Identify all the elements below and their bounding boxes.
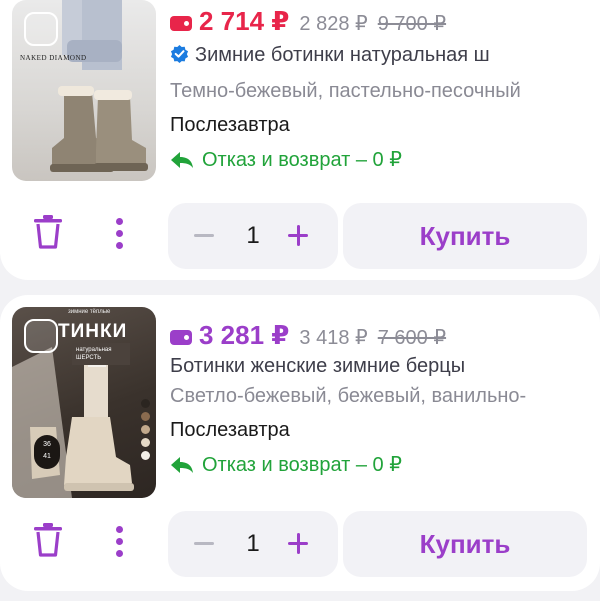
product-image[interactable]: зимние тёплые ТИНКИ натуральная ШЕРСТЬ 3… — [12, 307, 156, 498]
promo-box: натуральная ШЕРСТЬ — [72, 343, 130, 365]
return-policy[interactable]: Отказ и возврат – 0 ₽ — [170, 147, 402, 172]
trash-icon[interactable] — [32, 522, 64, 558]
product-image[interactable]: NAKED DIAMOND — [12, 0, 156, 181]
original-price: 7 600 ₽ — [377, 327, 447, 349]
product-color: Темно-бежевый, пастельно-песочный — [170, 80, 521, 102]
size-from: 36 — [43, 441, 51, 448]
buy-button[interactable]: Купить — [343, 203, 587, 269]
wallet-icon — [170, 16, 192, 31]
delivery-date: Послезавтра — [170, 114, 290, 136]
cart-item-card: зимние тёплые ТИНКИ натуральная ШЕРСТЬ 3… — [0, 295, 600, 591]
promo-top-text: зимние тёплые — [68, 309, 111, 315]
trash-icon[interactable] — [32, 214, 64, 250]
return-policy[interactable]: Отказ и возврат – 0 ₽ — [170, 452, 402, 477]
quantity-stepper: 1 — [168, 511, 338, 577]
price-without-wallet: 2 828 ₽ — [299, 13, 368, 35]
increase-button[interactable] — [288, 533, 310, 555]
return-policy-text: Отказ и возврат – 0 ₽ — [202, 149, 402, 171]
product-color: Светло-бежевый, бежевый, ванильно- — [170, 385, 527, 407]
more-options-icon[interactable] — [114, 526, 124, 560]
quantity-value: 1 — [246, 530, 260, 557]
wallet-icon — [170, 330, 192, 345]
delivery-date: Послезавтра — [170, 419, 290, 441]
quantity-value: 1 — [246, 222, 260, 249]
increase-button[interactable] — [288, 225, 310, 247]
promo-title: ТИНКИ — [58, 321, 128, 342]
product-title-text: Зимние ботинки натуральная ш — [195, 44, 490, 66]
select-checkbox[interactable] — [24, 319, 58, 353]
more-options-icon[interactable] — [114, 218, 124, 252]
brand-logo-text: NAKED DIAMOND — [20, 54, 87, 62]
verified-badge-icon — [170, 44, 189, 63]
color-swatches — [141, 399, 150, 464]
price-without-wallet: 3 418 ₽ — [299, 327, 368, 349]
product-title[interactable]: Зимние ботинки натуральная ш — [170, 44, 590, 67]
price-row: 2 714 ₽ 2 828 ₽ 9 700 ₽ — [170, 6, 446, 37]
current-price: 3 281 ₽ — [199, 320, 290, 350]
original-price: 9 700 ₽ — [377, 13, 447, 35]
price-row: 3 281 ₽ 3 418 ₽ 7 600 ₽ — [170, 320, 446, 351]
buy-button[interactable]: Купить — [343, 511, 587, 577]
return-arrow-icon — [171, 151, 193, 168]
current-price: 2 714 ₽ — [199, 6, 290, 36]
select-checkbox[interactable] — [24, 12, 58, 46]
return-arrow-icon — [171, 456, 193, 473]
product-title[interactable]: Ботинки женские зимние берцы — [170, 355, 590, 378]
cart-item-card: NAKED DIAMOND 2 714 ₽ 2 828 ₽ 9 700 ₽ Зи… — [0, 0, 600, 280]
size-to: 41 — [43, 453, 51, 460]
quantity-stepper: 1 — [168, 203, 338, 269]
return-policy-text: Отказ и возврат – 0 ₽ — [202, 454, 402, 476]
size-range-badge: 36 41 — [34, 435, 60, 469]
